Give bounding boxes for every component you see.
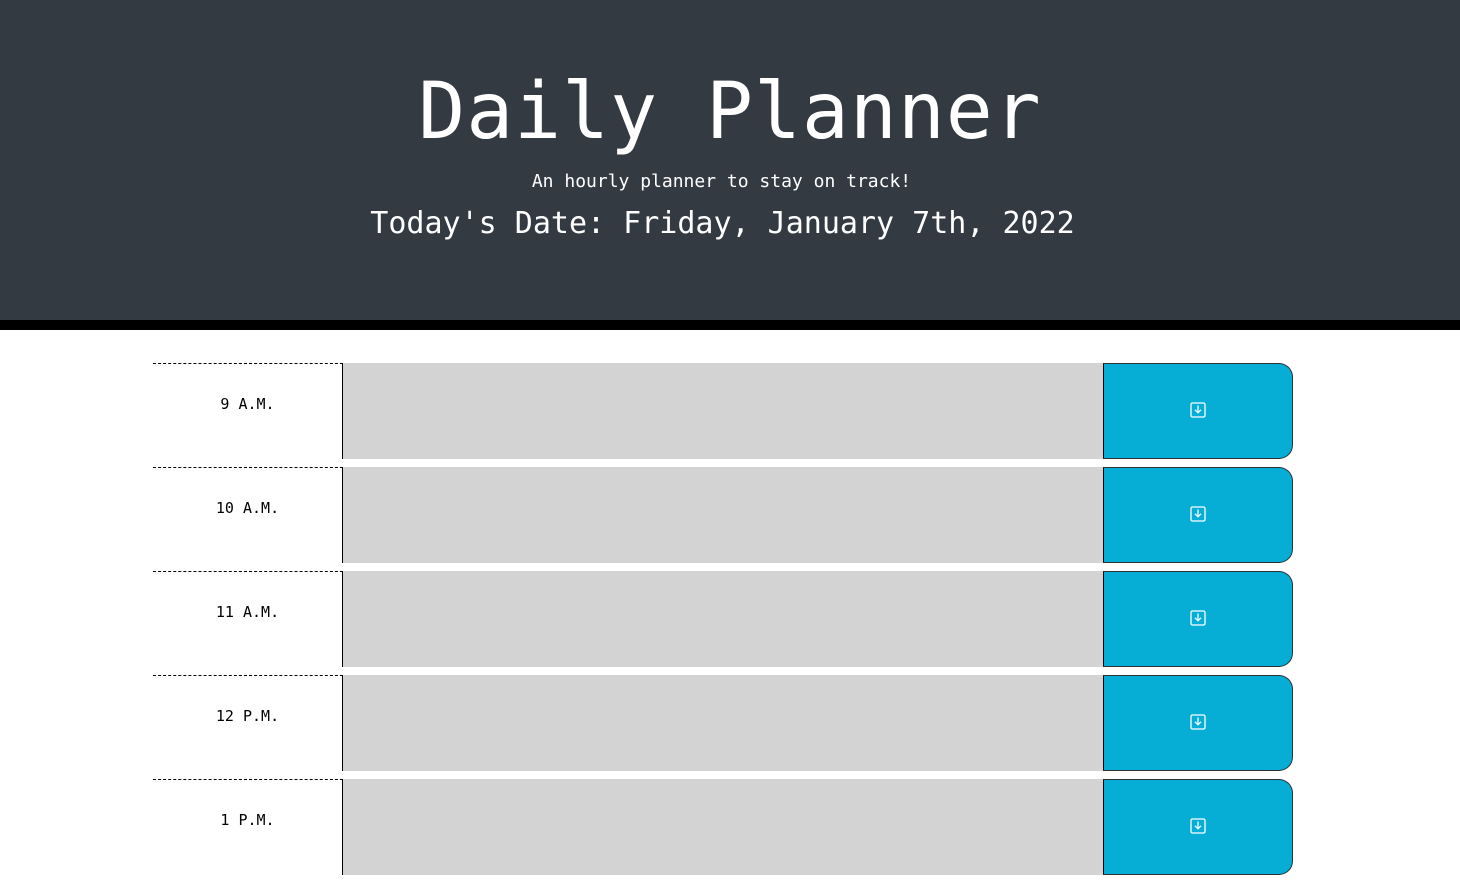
time-block-row: 10 A.M. — [153, 467, 1293, 563]
time-block-list: 9 A.M. 10 A.M. 11 A.M. 12 P.M. 1 P.M. — [153, 363, 1293, 883]
save-icon — [1190, 506, 1206, 522]
save-button[interactable] — [1103, 779, 1293, 875]
event-description-input[interactable] — [343, 571, 1103, 667]
header-divider — [0, 320, 1460, 330]
hour-label: 10 A.M. — [153, 467, 343, 563]
page-subtitle: An hourly planner to stay on track! — [531, 171, 912, 192]
time-block-row: 12 P.M. — [153, 675, 1293, 771]
event-description-input[interactable] — [343, 467, 1103, 563]
save-button[interactable] — [1103, 467, 1293, 563]
hour-label: 1 P.M. — [153, 779, 343, 875]
time-block-row: 11 A.M. — [153, 571, 1293, 667]
page-header: Daily Planner An hourly planner to stay … — [0, 0, 1460, 320]
save-icon — [1190, 402, 1206, 418]
hour-label: 12 P.M. — [153, 675, 343, 771]
time-block-row: 9 A.M. — [153, 363, 1293, 459]
save-icon — [1190, 610, 1206, 626]
time-block-row: 1 P.M. — [153, 779, 1293, 875]
hour-label: 11 A.M. — [153, 571, 343, 667]
event-description-input[interactable] — [343, 675, 1103, 771]
event-description-input[interactable] — [343, 779, 1103, 875]
current-date: Today's Date: Friday, January 7th, 2022 — [370, 206, 1075, 241]
save-button[interactable] — [1103, 571, 1293, 667]
event-description-input[interactable] — [343, 363, 1103, 459]
save-icon — [1190, 818, 1206, 834]
save-button[interactable] — [1103, 363, 1293, 459]
save-icon — [1190, 714, 1206, 730]
page-title: Daily Planner — [418, 67, 1042, 157]
save-button[interactable] — [1103, 675, 1293, 771]
hour-label: 9 A.M. — [153, 363, 343, 459]
